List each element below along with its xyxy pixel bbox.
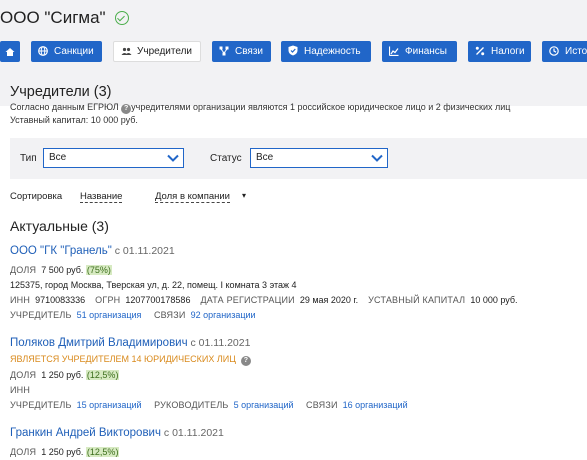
help-icon[interactable]: ? [121,104,132,114]
founder-item: Гранкин Андрей Викторович с 01.11.2021 [10,427,224,439]
globe-icon [37,45,49,58]
chevron-down-icon [371,154,383,162]
home-icon [5,47,15,56]
chart-icon [388,46,400,58]
share-row: ДОЛЯ 1 250 руб. (12,5%) [10,447,120,457]
status-select[interactable]: Все [250,148,388,168]
founder-name-link[interactable]: ООО "ГК "Гранель" [10,245,112,257]
sort-caret-icon: ▾ [242,191,247,200]
address-text: 125375, город Москва, Тверская ул, д. 22… [10,280,297,290]
tab-finance[interactable]: Финансы [382,41,457,62]
type-filter-label: Тип [20,153,37,164]
relations-row: УЧРЕДИТЕЛЬ 15 организаций РУКОВОДИТЕЛЬ 5… [10,400,408,410]
tab-sanctions[interactable]: Санкции [31,41,102,62]
tab-founders[interactable]: Учредители [113,41,201,62]
founder-name-link[interactable]: Поляков Дмитрий Владимирович [10,337,188,349]
head-orgs-link[interactable]: 5 организаций [234,400,294,410]
requisites-row: ИНН 9710083336 ОГРН 1207700178586 ДАТА Р… [10,295,518,305]
help-icon[interactable]: ? [240,356,251,366]
sort-label: Сортировка [10,191,63,202]
tab-links[interactable]: Связи [212,41,271,62]
relations-row: УЧРЕДИТЕЛЬ 51 организация СВЯЗИ 92 орган… [10,310,256,320]
founder-item: ООО "ГК "Гранель" с 01.11.2021 [10,245,175,257]
company-title: ООО "Сигма" [0,8,129,28]
links-icon [218,46,230,58]
section-description: Согласно данным ЕГРЮЛ ? учредителями орга… [10,102,511,125]
chevron-down-icon [167,154,179,162]
tab-reliability[interactable]: Надежность [281,41,371,62]
sort-by-name[interactable]: Название [80,191,123,203]
percent-icon [474,46,486,58]
shield-icon [287,45,299,58]
capital-text: Уставный капитал: 10 000 руб. [10,115,138,125]
founder-orgs-link[interactable]: 51 организация [77,310,142,320]
section-title: Учредители (3) [10,84,112,100]
share-row: ДОЛЯ 7 500 руб. (75%) [10,265,112,275]
tab-taxes[interactable]: Налоги [468,41,531,62]
share-badge: (12,5%) [85,447,120,457]
founder-orgs-link[interactable]: 15 организаций [77,400,142,410]
tab-history[interactable]: Исто [542,41,587,62]
people-icon [120,46,132,58]
tab-bar: Санкции Учредители Связи Надежность Фина… [0,41,587,62]
share-badge: (75%) [85,265,112,275]
verified-check-icon [114,11,129,25]
inn-row: ИНН [10,385,31,395]
links-orgs-link[interactable]: 92 организации [191,310,256,320]
history-icon [548,45,560,58]
links-orgs-link[interactable]: 16 организаций [343,400,408,410]
share-badge: (12,5%) [85,370,120,380]
status-filter-label: Статус [210,153,242,164]
founder-name-link[interactable]: Гранкин Андрей Викторович [10,427,161,439]
tab-home[interactable] [0,41,20,62]
filter-panel: Тип Все Статус Все [10,138,587,179]
founder-item: Поляков Дмитрий Владимирович с 01.11.202… [10,337,251,349]
share-row: ДОЛЯ 1 250 руб. (12,5%) [10,370,120,380]
founder-note: ЯВЛЯЕТСЯ УЧРЕДИТЕЛЕМ 14 ЮРИДИЧЕСКИХ ЛИЦ … [10,354,251,366]
sort-by-share[interactable]: Доля в компании [155,191,230,203]
actual-title: Актуальные (3) [10,218,109,234]
type-select[interactable]: Все [43,148,184,168]
